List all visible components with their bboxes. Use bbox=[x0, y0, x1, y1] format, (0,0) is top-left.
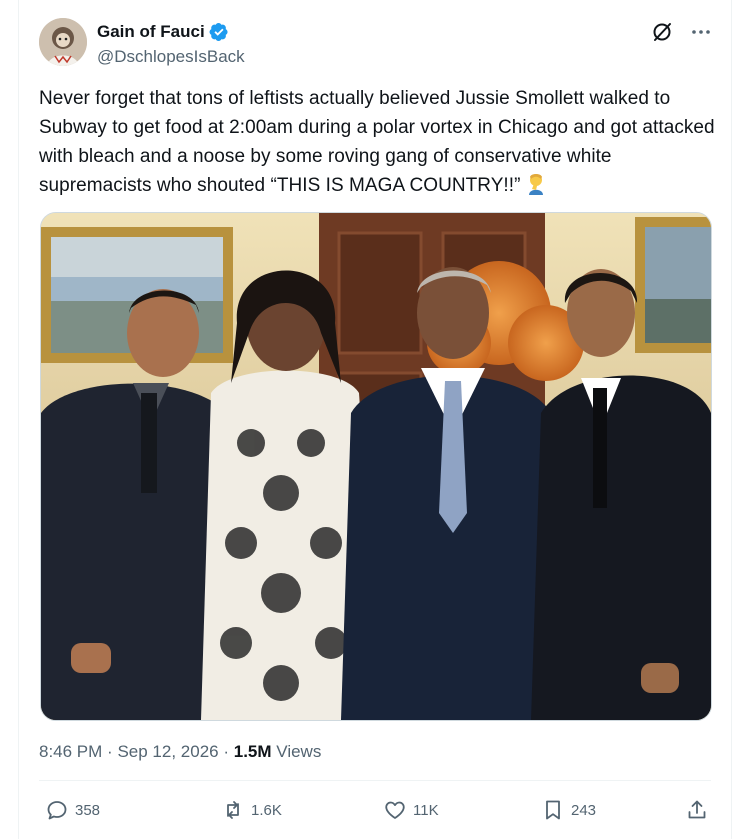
tweet-card: Gain of Fauci @DschlopesIsBack Never for… bbox=[18, 0, 732, 839]
views-count: 1.5M bbox=[233, 742, 272, 761]
repost-icon bbox=[221, 798, 245, 822]
share-icon bbox=[685, 798, 709, 822]
grok-icon[interactable] bbox=[651, 20, 675, 44]
repost-count: 1.6K bbox=[251, 801, 282, 819]
tweet-meta: 8:46 PM · Sep 12, 2026 · 1.5M Views bbox=[39, 742, 321, 762]
header-icons bbox=[651, 20, 713, 44]
author-names: Gain of Fauci @DschlopesIsBack bbox=[97, 22, 245, 67]
like-icon bbox=[383, 798, 407, 822]
views-label: Views bbox=[276, 742, 322, 761]
tweet-header: Gain of Fauci @DschlopesIsBack bbox=[39, 18, 713, 70]
display-name[interactable]: Gain of Fauci bbox=[97, 22, 205, 42]
tweet-time[interactable]: 8:46 PM bbox=[39, 742, 102, 761]
meta-separator: · bbox=[223, 742, 230, 761]
verified-badge-icon bbox=[209, 22, 229, 42]
tweet-photo[interactable] bbox=[40, 212, 712, 721]
tweet-date[interactable]: Sep 12, 2026 bbox=[117, 742, 218, 761]
like-count: 11K bbox=[413, 801, 439, 819]
action-bar: 358 1.6K 11K 243 bbox=[45, 798, 709, 828]
tweet-text: Never forget that tons of leftists actua… bbox=[39, 88, 715, 196]
reply-icon bbox=[45, 798, 69, 822]
reply-button[interactable]: 358 bbox=[45, 798, 100, 822]
bookmark-icon bbox=[541, 798, 565, 822]
bookmark-count: 243 bbox=[571, 801, 597, 819]
bookmark-button[interactable]: 243 bbox=[541, 798, 596, 822]
person-facepalming-icon bbox=[526, 173, 546, 195]
reply-count: 358 bbox=[75, 801, 101, 819]
more-icon[interactable] bbox=[689, 20, 713, 44]
like-button[interactable]: 11K bbox=[383, 798, 439, 822]
meta-separator: · bbox=[107, 742, 113, 761]
share-button[interactable] bbox=[685, 798, 709, 822]
repost-button[interactable]: 1.6K bbox=[221, 798, 282, 822]
divider bbox=[39, 780, 711, 781]
tweet-body: Never forget that tons of leftists actua… bbox=[39, 84, 719, 200]
user-handle[interactable]: @DschlopesIsBack bbox=[97, 47, 245, 67]
avatar[interactable] bbox=[39, 18, 87, 66]
